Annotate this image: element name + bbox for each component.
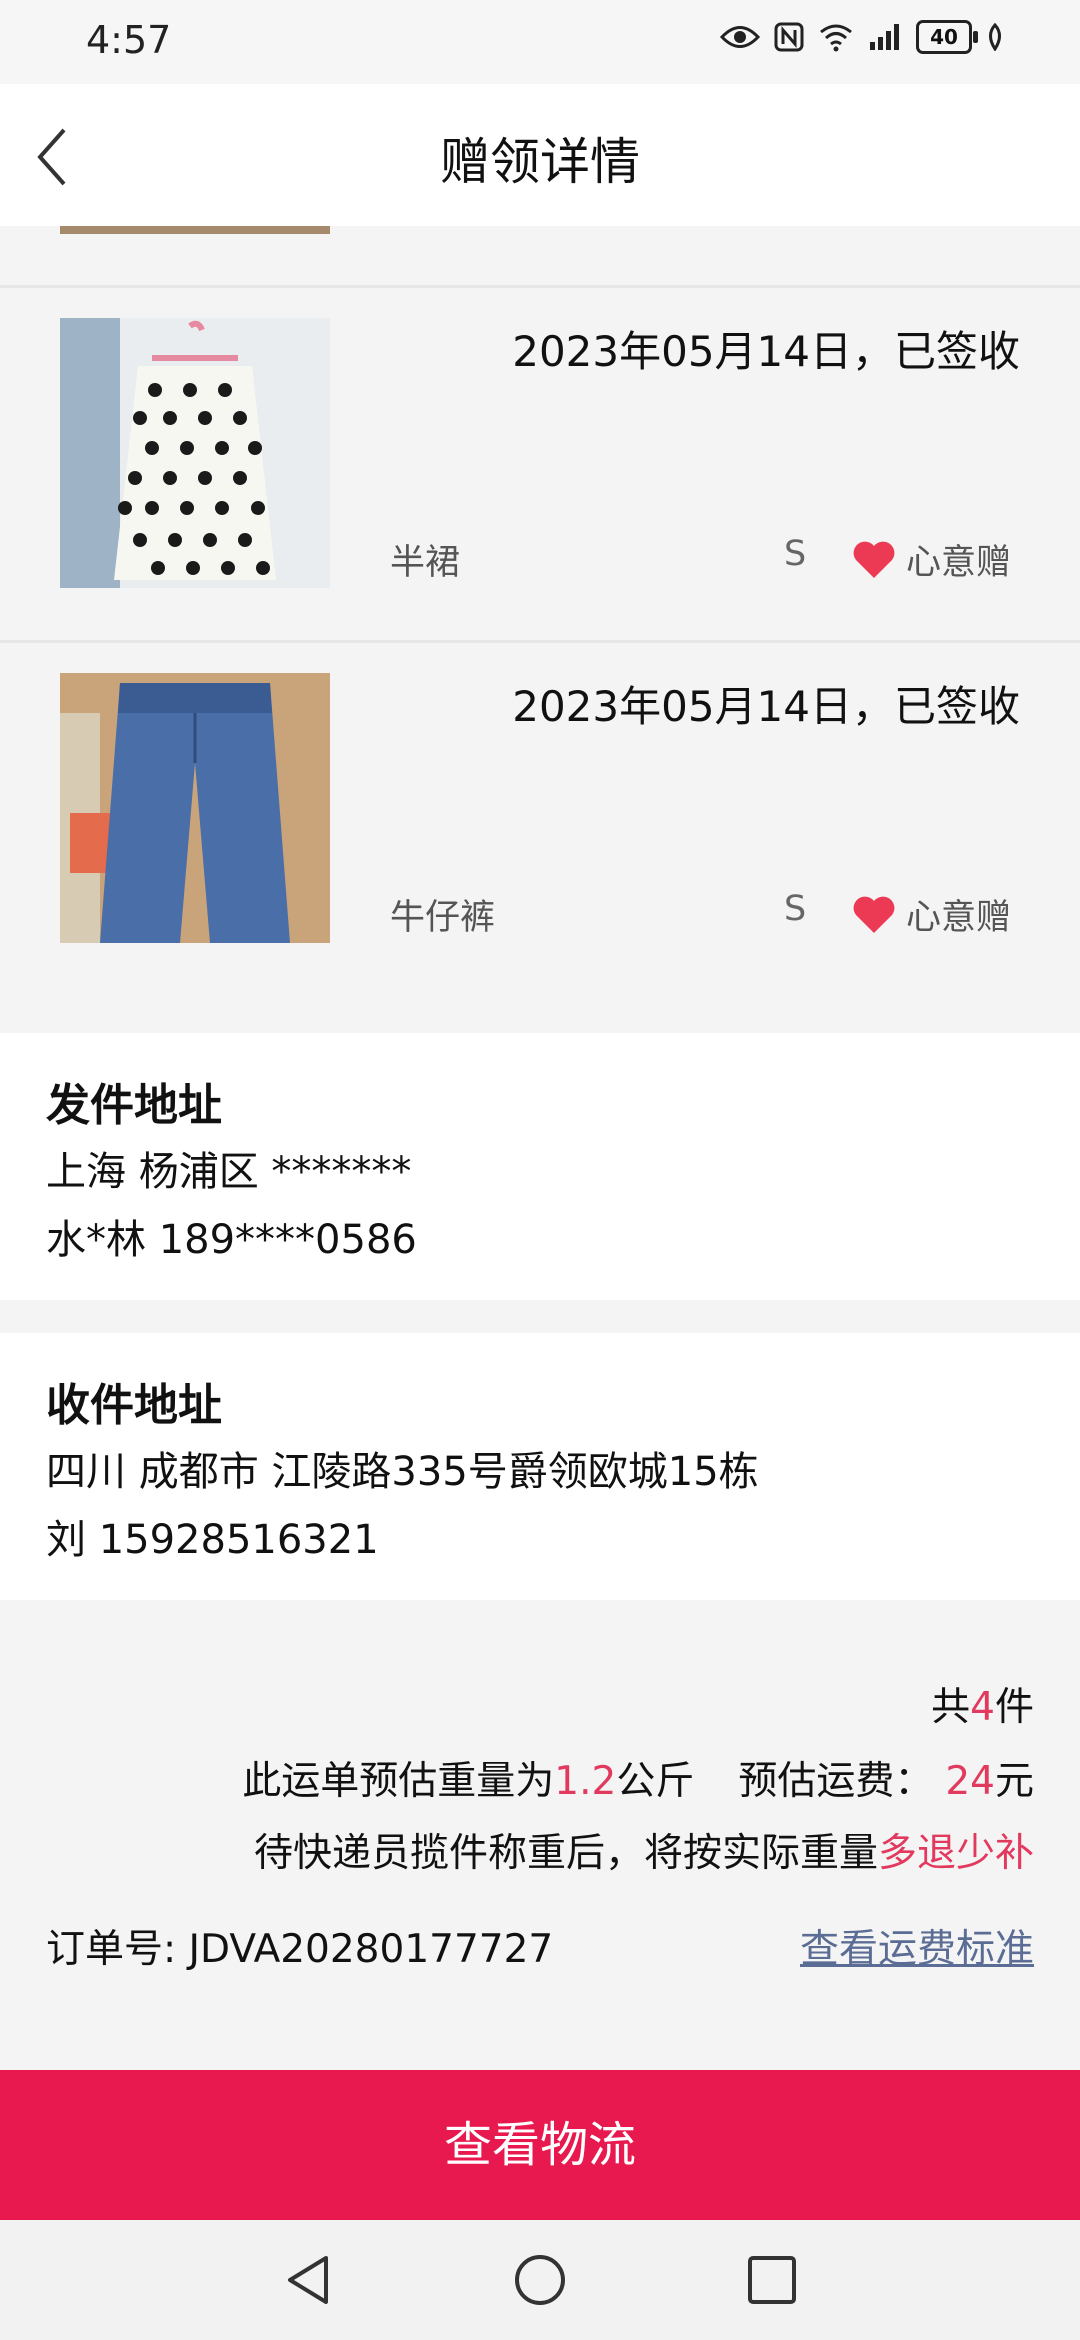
wifi-icon [818, 22, 854, 52]
signal-icon [868, 22, 902, 52]
status-bar: 4:57 40 [0, 0, 1080, 84]
gift-label: 心意赠 [906, 898, 1012, 938]
view-logistics-button[interactable]: 查看物流 [0, 2070, 1080, 2220]
heart-icon [853, 541, 895, 578]
status-time: 4:57 [86, 18, 172, 62]
list-item[interactable]: 2023年05月14日，已签收 半裙 S 心意赠 [0, 288, 1080, 638]
item-date: 2023年05月14日，已签收 [512, 327, 1020, 376]
triangle-back-icon [288, 2256, 328, 2304]
item-date: 2023年05月14日，已签收 [512, 682, 1020, 731]
nav-home-button[interactable] [512, 2252, 568, 2308]
item-name: 牛仔裤 [390, 898, 496, 938]
receiver-title: 收件地址 [46, 1380, 222, 1431]
receiver-address-card: 收件地址 四川 成都市 江陵路335号爵领欧城15栋 刘 15928516321 [0, 1333, 1080, 1600]
battery-icon: 40 [916, 20, 978, 54]
nav-back-button[interactable] [282, 2252, 338, 2308]
leaf-icon [986, 23, 1004, 51]
fee-label: 预估运费： [738, 1759, 934, 1804]
fee-value: 24 [945, 1759, 995, 1804]
nfc-icon [774, 22, 804, 52]
gift-tag: 心意赠 [852, 889, 1011, 940]
item-name: 半裙 [390, 543, 461, 583]
gift-tag: 心意赠 [852, 534, 1011, 585]
note-highlight: 多退少补 [877, 1831, 1034, 1876]
weight-fee-line: 此运单预估重量为1.2公斤 预估运费： 24元 [242, 1750, 1034, 1806]
eye-icon [720, 24, 760, 50]
skirt-image [60, 318, 330, 588]
order-number: 订单号: JDVA20280177727 [46, 1927, 554, 1972]
fee-unit: 元 [994, 1759, 1034, 1804]
jeans-image [60, 673, 330, 943]
receiver-address: 四川 成都市 江陵路335号爵领欧城15栋 [46, 1449, 759, 1495]
item-size: S [784, 889, 807, 929]
sender-contact: 水*林 189****0586 [46, 1217, 417, 1263]
count-suffix: 件 [994, 1685, 1034, 1730]
sender-address: 上海 杨浦区 ******* [46, 1149, 412, 1195]
sender-title: 发件地址 [46, 1080, 222, 1131]
nav-recents-button[interactable] [744, 2252, 800, 2308]
status-icons: 40 [720, 20, 1004, 54]
item-image-partial [60, 226, 330, 234]
page-title: 赠领详情 [440, 133, 640, 191]
top-app-bar: 赠领详情 [0, 84, 1080, 226]
list-item[interactable]: 2023年05月14日，已签收 牛仔裤 S 心意赠 [0, 643, 1080, 993]
item-size: S [784, 534, 807, 574]
freight-standard-link[interactable]: 查看运费标准 [800, 1918, 1034, 1974]
square-recents-icon [748, 2256, 796, 2304]
count-value: 4 [970, 1685, 995, 1730]
circle-home-icon [515, 2255, 565, 2305]
count-prefix: 共 [931, 1685, 971, 1730]
receiver-contact: 刘 15928516321 [46, 1517, 379, 1563]
weight-note: 待快递员揽件称重后，将按实际重量多退少补 [254, 1822, 1034, 1878]
note-prefix: 待快递员揽件称重后，将按实际重量 [253, 1831, 878, 1876]
weight-prefix: 此运单预估重量为 [242, 1759, 555, 1804]
item-count: 共4件 [931, 1676, 1034, 1732]
gift-label: 心意赠 [906, 543, 1012, 583]
heart-icon [853, 896, 895, 933]
sender-address-card: 发件地址 上海 杨浦区 ******* 水*林 189****0586 [0, 1033, 1080, 1300]
weight-unit: 公斤 [616, 1759, 695, 1804]
weight-value: 1.2 [554, 1759, 617, 1804]
